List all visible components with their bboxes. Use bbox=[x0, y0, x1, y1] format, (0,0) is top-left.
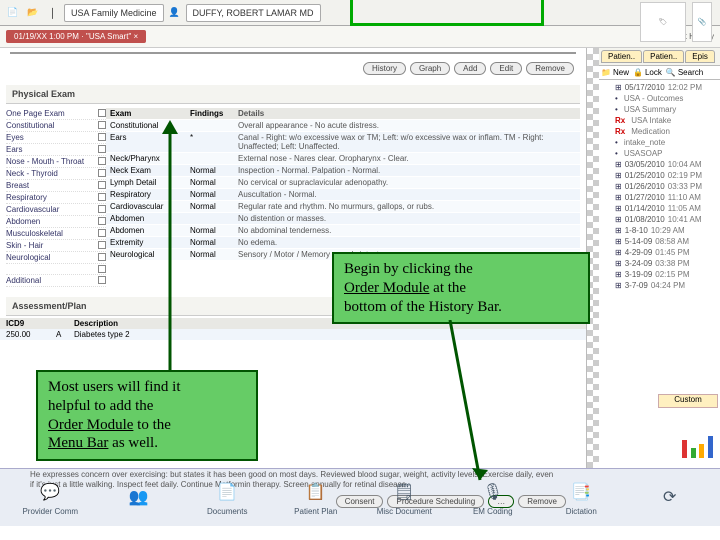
tree-node[interactable]: ⊞ 01/25/2010 02:19 PM bbox=[605, 170, 718, 181]
ap-row[interactable]: 250.00 A Diabetes type 2 bbox=[0, 329, 586, 340]
tree-node[interactable]: ⊞ 01/27/2010 11:10 AM bbox=[605, 192, 718, 203]
ap-desc: Diabetes type 2 bbox=[74, 330, 580, 339]
encounter-tab[interactable]: 01/19/XX 1:00 PM · "USA Smart" × bbox=[6, 30, 146, 43]
sep-icon: │ bbox=[44, 4, 62, 22]
edit-button[interactable]: Edit bbox=[490, 62, 522, 75]
history-bar-item[interactable]: 📋Patient Plan bbox=[284, 479, 348, 516]
add-button[interactable]: Add bbox=[454, 62, 486, 75]
tree-node[interactable]: ⊞ 1-8-10 10:29 AM bbox=[605, 225, 718, 236]
tree-node[interactable]: ⊞ 01/08/2010 10:41 AM bbox=[605, 214, 718, 225]
right-tabs: Patien.. Patien.. Epis bbox=[587, 48, 720, 66]
callout-menu-bar: Most users will find it helpful to add t… bbox=[36, 370, 258, 461]
tree-node[interactable]: ⊞ 3-24-09 03:38 PM bbox=[605, 258, 718, 269]
exam-row[interactable]: Neck ExamNormalInspection - Normal. Palp… bbox=[106, 165, 580, 176]
tool-icon[interactable]: 🏷 bbox=[640, 2, 686, 42]
exam-row[interactable]: Lymph DetailNormalNo cervical or supracl… bbox=[106, 177, 580, 188]
custom-dropdown[interactable]: Custom bbox=[658, 394, 718, 408]
tree-node[interactable]: ⊞ 4-29-09 01:45 PM bbox=[605, 247, 718, 258]
new-icon[interactable]: 📄 bbox=[4, 4, 22, 22]
remove-button[interactable]: Remove bbox=[526, 62, 574, 75]
history-button[interactable]: History bbox=[363, 62, 406, 75]
exam-category-item[interactable]: Cardiovascular bbox=[6, 204, 106, 216]
mini-bar-chart bbox=[682, 436, 714, 460]
right-panel: Patien.. Patien.. Epis 📁New 🔒Lock 🔍Searc… bbox=[586, 48, 720, 468]
tree-node[interactable]: ⊞ 01/14/2010 11:05 AM bbox=[605, 203, 718, 214]
tree-node[interactable]: Rx USA Intake bbox=[605, 115, 718, 126]
col-findings: Findings bbox=[186, 108, 234, 119]
exam-category-item[interactable]: Skin - Hair bbox=[6, 240, 106, 252]
exam-row[interactable]: ExtremityNormalNo edema. bbox=[106, 237, 580, 248]
tree-node[interactable]: • USASOAP bbox=[605, 148, 718, 159]
exam-category-item[interactable]: Nose - Mouth - Throat bbox=[6, 156, 106, 168]
history-bar-item[interactable]: 👥 bbox=[107, 484, 171, 512]
ap-col-icd9: ICD9 bbox=[6, 319, 56, 328]
tab-patient2[interactable]: Patien.. bbox=[643, 50, 684, 63]
provider-tab[interactable]: DUFFY, ROBERT LAMAR MD bbox=[186, 4, 321, 22]
exam-category-item[interactable]: Musculoskeletal bbox=[6, 228, 106, 240]
exam-row[interactable]: AbdomenNormalNo abdominal tenderness. bbox=[106, 225, 580, 236]
tree-node[interactable]: • intake_note bbox=[605, 137, 718, 148]
ap-col-blank bbox=[56, 319, 74, 328]
physical-exam-header: Physical Exam bbox=[6, 85, 580, 104]
exam-row[interactable]: CardiovascularNormalRegular rate and rhy… bbox=[106, 201, 580, 212]
exam-category-item[interactable]: Constitutional bbox=[6, 120, 106, 132]
exam-category-item[interactable]: One Page Exam bbox=[6, 108, 106, 120]
history-bar-item[interactable]: 📑Dictation bbox=[549, 479, 613, 516]
tree-node[interactable]: ⊞ 5-14-09 08:58 AM bbox=[605, 236, 718, 247]
history-bar-item[interactable]: 📄Documents bbox=[195, 479, 259, 516]
exam-category-item[interactable]: Breast bbox=[6, 180, 106, 192]
exam-category-item[interactable]: Eyes bbox=[6, 132, 106, 144]
exam-category-item[interactable]: Respiratory bbox=[6, 192, 106, 204]
exam-row[interactable]: ConstitutionalOverall appearance - No ac… bbox=[106, 120, 580, 131]
callout-order-module: Begin by clicking the Order Module at th… bbox=[332, 252, 590, 324]
tree-node[interactable]: Rx Medication bbox=[605, 126, 718, 137]
graph-button[interactable]: Graph bbox=[410, 62, 450, 75]
tab-epis[interactable]: Epis bbox=[685, 50, 715, 63]
search-folder[interactable]: 🔍Search bbox=[666, 68, 703, 77]
encounter-tab-row: 01/19/XX 1:00 PM · "USA Smart" × Patient… bbox=[0, 26, 720, 48]
ap-icd9: 250.00 bbox=[6, 330, 56, 339]
user-icon: 👤 bbox=[166, 4, 184, 22]
extra-toolbar-icons: 🏷 📎 bbox=[640, 2, 712, 42]
new-folder[interactable]: 📁New bbox=[601, 68, 629, 77]
open-icon[interactable]: 📂 bbox=[24, 4, 42, 22]
exam-row[interactable]: AbdomenNo distention or masses. bbox=[106, 213, 580, 224]
tab-patient1[interactable]: Patien.. bbox=[601, 50, 642, 63]
exam-category-item[interactable]: Neck - Thyroid bbox=[6, 168, 106, 180]
section-toolbar: History Graph Add Edit Remove bbox=[0, 58, 586, 79]
history-bar-item[interactable]: 💬Provider Comm bbox=[18, 479, 82, 516]
right-folder-bar: 📁New 🔒Lock 🔍Search bbox=[587, 66, 720, 80]
tool-icon[interactable]: 📎 bbox=[692, 2, 712, 42]
tree-node[interactable]: ⊞ 3-19-09 02:15 PM bbox=[605, 269, 718, 280]
exam-row[interactable]: Ears*Canal - Right: w/o excessive wax or… bbox=[106, 132, 580, 152]
tree-node[interactable]: ⊞ 03/05/2010 10:04 AM bbox=[605, 159, 718, 170]
tree-node[interactable]: ⊞ 01/26/2010 03:33 PM bbox=[605, 181, 718, 192]
search-box[interactable] bbox=[10, 52, 576, 54]
encounter-tree: ⊞ 05/17/2010 12:02 PM• USA - Outcomes• U… bbox=[587, 80, 720, 293]
tree-node[interactable]: • USA - Outcomes bbox=[605, 93, 718, 104]
tree-node[interactable]: ⊞ 3-7-09 04:24 PM bbox=[605, 280, 718, 291]
history-bar-item[interactable]: 🎙EM Coding bbox=[461, 479, 525, 516]
history-bar-item[interactable]: ⟳ bbox=[638, 484, 702, 512]
exam-category-item[interactable] bbox=[6, 264, 106, 275]
exam-category-item[interactable]: Neurological bbox=[6, 252, 106, 264]
lock-folder[interactable]: 🔒Lock bbox=[633, 68, 662, 77]
col-details: Details bbox=[234, 108, 580, 119]
exam-row[interactable]: Neck/PharynxExternal nose - Nares clear.… bbox=[106, 153, 580, 164]
exam-row[interactable]: RespiratoryNormalAuscultation - Normal. bbox=[106, 189, 580, 200]
tree-node[interactable]: • USA Summary bbox=[605, 104, 718, 115]
col-exam: Exam bbox=[106, 108, 186, 119]
exam-category-list: One Page ExamConstitutionalEyesEarsNose … bbox=[6, 108, 106, 287]
history-bar-item[interactable]: 🗒Misc Document bbox=[372, 479, 436, 516]
exam-category-item[interactable]: Ears bbox=[6, 144, 106, 156]
exam-category-item[interactable]: Abdomen bbox=[6, 216, 106, 228]
exam-category-item[interactable]: Additional bbox=[6, 275, 106, 287]
menu-bar-highlight bbox=[350, 0, 544, 26]
ap-letter: A bbox=[56, 330, 74, 339]
practice-tab[interactable]: USA Family Medicine bbox=[64, 4, 164, 22]
tree-node[interactable]: ⊞ 05/17/2010 12:02 PM bbox=[605, 82, 718, 93]
